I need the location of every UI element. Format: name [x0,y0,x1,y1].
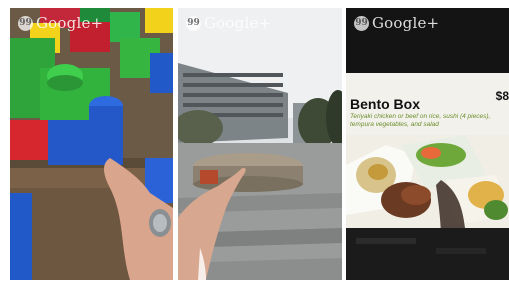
video-panel-campus[interactable]: 99 Google+ [178,8,342,280]
bento-photo [346,135,509,228]
watermark-label: Google+ [36,14,104,32]
video-panel-blocks[interactable]: 99 Google+ [10,8,173,280]
menu-item-description: Teriyaki chicken or beef on rice, sushi … [350,113,491,128]
hangouts-bubble-icon: 99 [18,15,33,31]
watermark-label: Google+ [204,14,272,32]
blocks-scene [10,8,173,280]
campus-scene [178,8,342,280]
google-plus-watermark: 99 Google+ [354,14,439,32]
hangouts-bubble-icon: 99 [354,15,369,31]
menu-item-title: Bento Box [350,96,420,112]
video-panel-menu[interactable]: Bento Box $8 Teriyaki chicken or beef on… [346,8,509,280]
hangouts-bubble-icon: 99 [186,15,201,31]
google-plus-watermark: 99 Google+ [186,14,271,32]
watermark-label: Google+ [372,14,440,32]
menu-item-price: $8 [495,89,509,103]
menu-card: Bento Box $8 Teriyaki chicken or beef on… [346,73,509,228]
google-plus-watermark: 99 Google+ [18,14,103,32]
dark-foreground [346,228,509,280]
